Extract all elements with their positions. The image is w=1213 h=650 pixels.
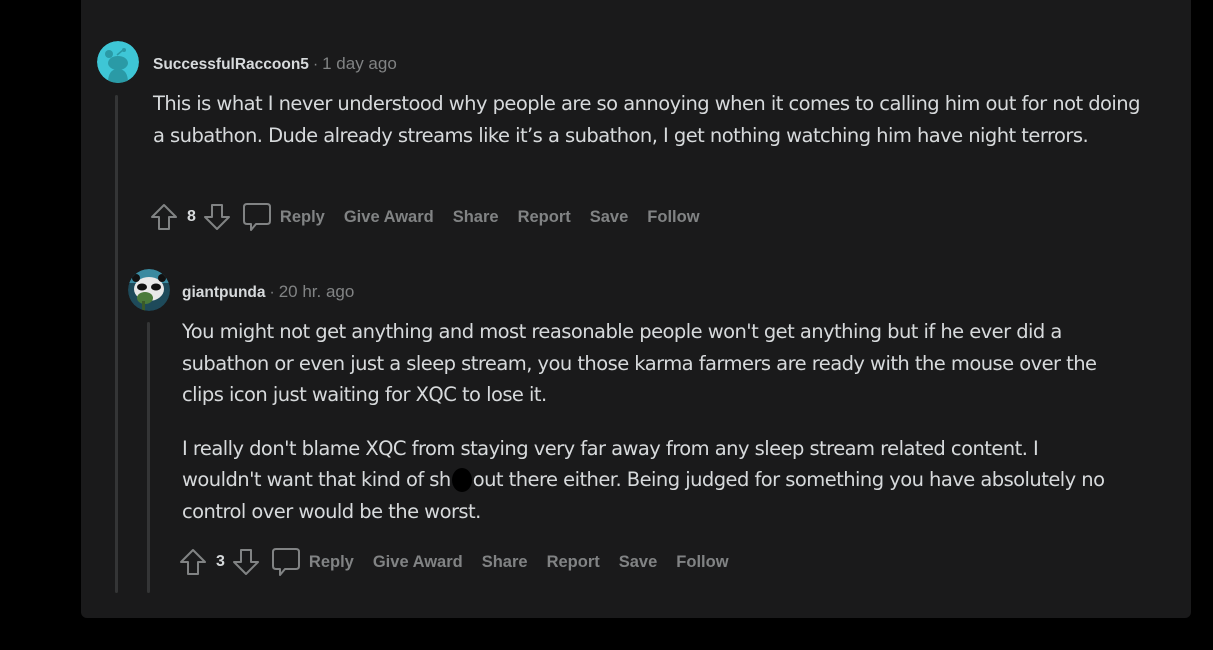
censor-blot bbox=[451, 468, 472, 492]
comment-paragraph: This is what I never understood why peop… bbox=[153, 92, 1140, 147]
comment-action-bar: 8 Reply Give Award Share Report Save Fol… bbox=[149, 201, 719, 233]
comment-bubble-icon bbox=[271, 548, 300, 576]
downvote-arrow-icon bbox=[232, 549, 259, 575]
follow-button[interactable]: Follow bbox=[676, 553, 728, 572]
username-link[interactable]: giantpunda bbox=[182, 284, 266, 301]
meta-separator: · bbox=[312, 56, 319, 73]
thread-line-collapse[interactable] bbox=[147, 322, 150, 593]
timestamp-link[interactable]: 1 day ago bbox=[322, 54, 397, 73]
comment-meta: SuccessfulRaccoon5 · 1 day ago bbox=[153, 54, 397, 75]
username-link[interactable]: SuccessfulRaccoon5 bbox=[153, 56, 309, 73]
downvote-arrow-icon bbox=[203, 204, 230, 230]
reply-label: Reply bbox=[279, 207, 325, 226]
follow-button[interactable]: Follow bbox=[647, 208, 699, 227]
upvote-arrow-icon bbox=[151, 204, 177, 230]
give-award-button[interactable]: Give Award bbox=[344, 208, 434, 227]
comment-meta: giantpunda · 20 hr. ago bbox=[182, 282, 354, 303]
reddit-snoo-avatar-icon bbox=[97, 41, 139, 83]
save-button[interactable]: Save bbox=[590, 208, 629, 227]
meta-separator: · bbox=[269, 284, 275, 301]
give-award-button[interactable]: Give Award bbox=[373, 553, 463, 572]
reply-button[interactable]: Reply bbox=[232, 201, 325, 233]
panda-avatar-icon bbox=[128, 269, 170, 311]
vote-score: 8 bbox=[187, 208, 196, 225]
upvote-arrow-icon bbox=[180, 549, 206, 575]
avatar[interactable] bbox=[97, 41, 139, 83]
reply-button[interactable]: Reply bbox=[261, 546, 354, 578]
vote-score: 3 bbox=[216, 553, 225, 570]
report-button[interactable]: Report bbox=[518, 208, 571, 227]
share-button[interactable]: Share bbox=[453, 208, 499, 227]
thread-line-collapse[interactable] bbox=[115, 95, 118, 593]
save-button[interactable]: Save bbox=[619, 553, 658, 572]
timestamp-link[interactable]: 20 hr. ago bbox=[279, 282, 355, 301]
upvote-button[interactable] bbox=[149, 202, 179, 232]
comment-paragraph: I really don't blame XQC from staying ve… bbox=[182, 433, 1122, 528]
avatar[interactable] bbox=[128, 269, 170, 311]
reply-label: Reply bbox=[308, 552, 354, 571]
share-button[interactable]: Share bbox=[482, 553, 528, 572]
upvote-button[interactable] bbox=[178, 547, 208, 577]
comment-body: This is what I never understood why peop… bbox=[153, 88, 1143, 151]
downvote-button[interactable] bbox=[202, 202, 232, 232]
comment-thread-card: SuccessfulRaccoon5 · 1 day ago This is wha… bbox=[81, 0, 1191, 618]
report-button[interactable]: Report bbox=[547, 553, 600, 572]
comment-paragraph: You might not get anything and most reas… bbox=[182, 320, 1097, 406]
comment-action-bar: 3 Reply Give Award Share Report Save Fol… bbox=[178, 546, 748, 578]
comment-bubble-icon bbox=[242, 203, 271, 231]
downvote-button[interactable] bbox=[231, 547, 261, 577]
comment-body: You might not get anything and most reas… bbox=[182, 316, 1122, 527]
